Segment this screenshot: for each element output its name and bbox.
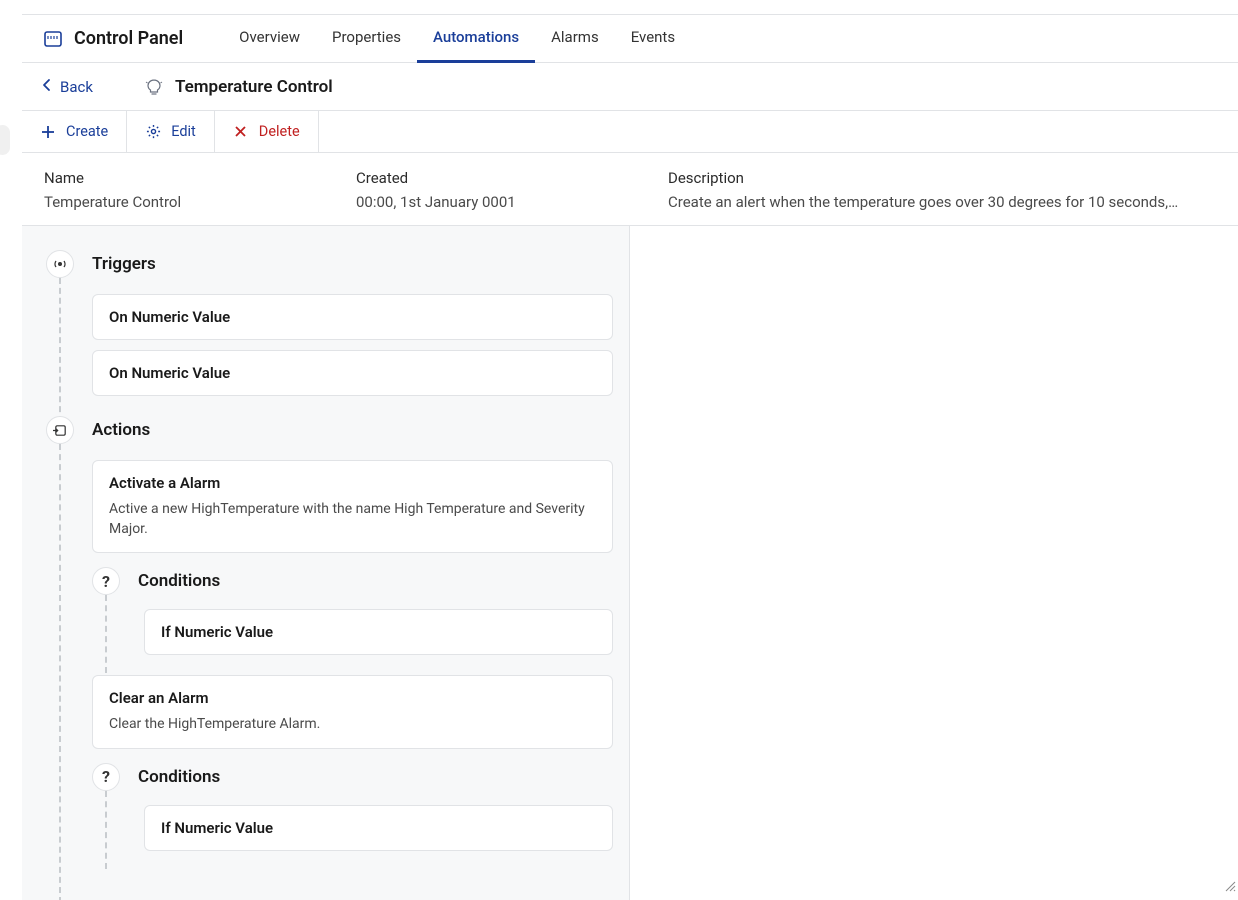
conditions-block: ? Conditions If Numeric Value [92,763,613,851]
tab-bar: Overview Properties Automations Alarms E… [223,15,691,63]
trigger-card-title: On Numeric Value [109,364,596,382]
control-panel-icon [42,28,64,50]
detail-pane [630,226,1238,900]
description-label: Description [668,169,1216,187]
edit-button[interactable]: Edit [127,111,215,152]
condition-card[interactable]: If Numeric Value [144,805,613,851]
name-value: Temperature Control [44,193,356,211]
resize-handle[interactable] [1224,880,1236,892]
question-icon: ? [92,567,120,595]
action-icon [46,416,74,444]
create-label: Create [66,123,108,140]
tab-events[interactable]: Events [615,15,691,63]
triggers-section: Triggers On Numeric Value On Numeric Val… [46,250,613,396]
delete-button[interactable]: Delete [215,111,319,152]
toolbar: Create Edit Delete [22,111,1238,153]
back-label: Back [60,78,93,96]
tab-automations[interactable]: Automations [417,15,535,63]
created-value: 00:00, 1st January 0001 [356,193,668,211]
tab-alarms[interactable]: Alarms [535,15,615,63]
automation-title: Temperature Control [175,77,333,97]
condition-card-title: If Numeric Value [161,623,596,641]
condition-card[interactable]: If Numeric Value [144,609,613,655]
actions-section: Actions Activate a Alarm Active a new Hi… [46,416,613,851]
back-button[interactable]: Back [42,78,93,96]
left-drawer-handle[interactable] [0,125,10,155]
action-card-title: Clear an Alarm [109,689,596,707]
question-icon: ? [92,763,120,791]
action-card-description: Active a new HighTemperature with the na… [109,500,596,539]
description-value: Create an alert when the temperature goe… [668,193,1216,211]
page-title: Control Panel [74,28,183,49]
broadcast-icon [46,250,74,278]
actions-title: Actions [92,420,150,440]
plus-icon [40,124,56,140]
subheader: Back Temperature Control [22,63,1238,111]
gear-icon [145,124,161,140]
trigger-card-title: On Numeric Value [109,308,596,326]
create-button[interactable]: Create [22,111,127,152]
name-label: Name [44,169,356,187]
info-row: Name Temperature Control Created 00:00, … [22,153,1238,226]
delete-label: Delete [259,123,300,140]
trigger-card[interactable]: On Numeric Value [92,350,613,396]
action-card[interactable]: Activate a Alarm Active a new HighTemper… [92,460,613,553]
flow-pane: Triggers On Numeric Value On Numeric Val… [22,226,630,900]
lightbulb-icon [145,78,163,96]
conditions-block: ? Conditions If Numeric Value [92,567,613,655]
action-card-title: Activate a Alarm [109,474,596,492]
tab-overview[interactable]: Overview [223,15,316,63]
action-card-description: Clear the HighTemperature Alarm. [109,715,596,735]
trigger-card[interactable]: On Numeric Value [92,294,613,340]
conditions-title: Conditions [138,571,220,591]
tab-properties[interactable]: Properties [316,15,417,63]
header: Control Panel Overview Properties Automa… [22,15,1238,63]
action-card[interactable]: Clear an Alarm Clear the HighTemperature… [92,675,613,749]
edit-label: Edit [171,123,196,140]
triggers-title: Triggers [92,254,156,274]
x-icon [233,124,249,140]
created-label: Created [356,169,668,187]
condition-card-title: If Numeric Value [161,819,596,837]
conditions-title: Conditions [138,767,220,787]
chevron-left-icon [42,78,52,96]
